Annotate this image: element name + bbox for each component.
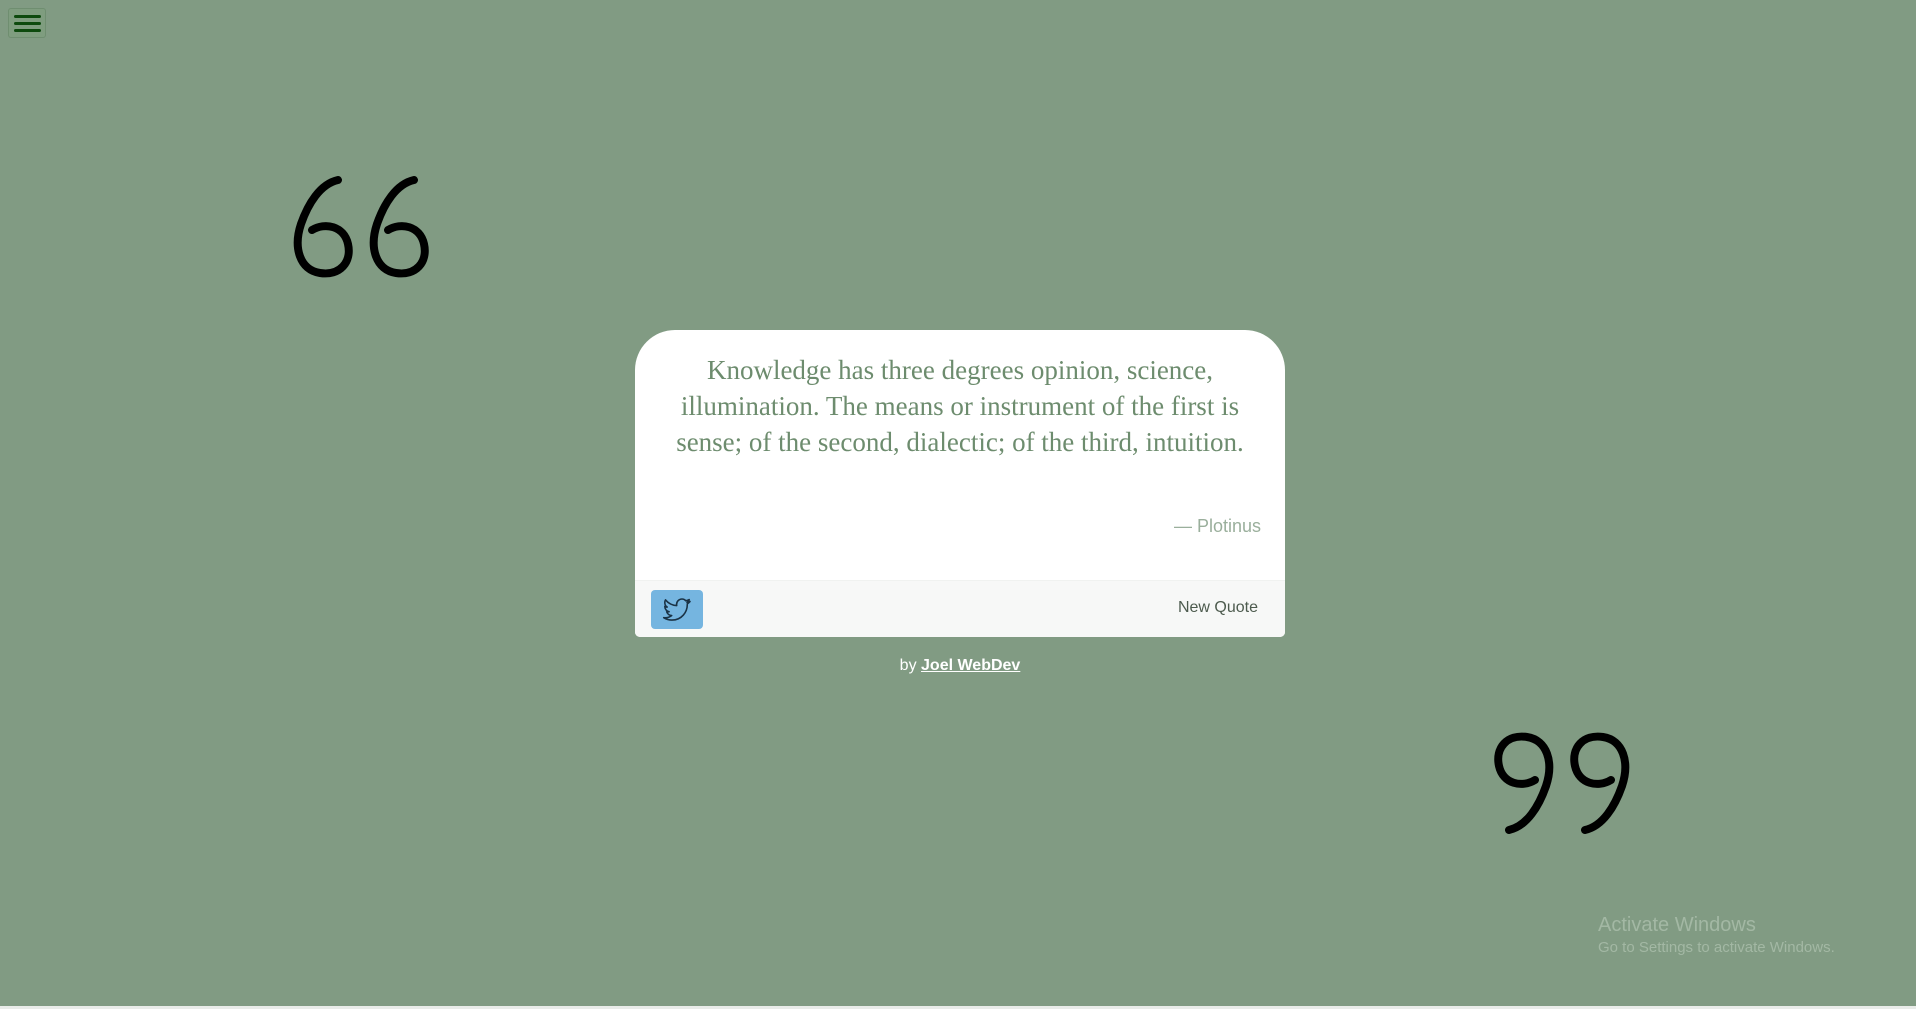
byline-prefix: by [899, 657, 917, 674]
page: Knowledge has three degrees opinion, sci… [0, 0, 1916, 1009]
quote-author: — Plotinus [1173, 516, 1261, 536]
hamburger-icon-bar-top [13, 14, 41, 18]
author-link[interactable]: Joel WebDev [921, 657, 1020, 674]
hamburger-icon-bar-bottom [13, 28, 41, 32]
quote-card: Knowledge has three degrees opinion, sci… [635, 330, 1285, 637]
quote-text: Knowledge has three degrees opinion, sci… [676, 355, 1244, 457]
activation-title: Activate Windows [1598, 914, 1756, 936]
new-quote-button[interactable]: New Quote [1178, 599, 1258, 617]
menu-button[interactable] [8, 8, 46, 38]
hamburger-icon-bar-middle [13, 21, 41, 25]
tweet-button[interactable] [651, 590, 703, 629]
close-quote-icon [1494, 732, 1630, 834]
open-quote-icon [293, 176, 429, 278]
twitter-icon [662, 597, 691, 621]
byline: by Joel WebDev [0, 657, 1916, 675]
card-footer: New Quote [635, 580, 1285, 637]
activation-subtitle: Go to Settings to activate Windows. [1598, 939, 1835, 956]
windows-activation-notice: Activate Windows Go to Settings to activ… [1598, 912, 1835, 958]
